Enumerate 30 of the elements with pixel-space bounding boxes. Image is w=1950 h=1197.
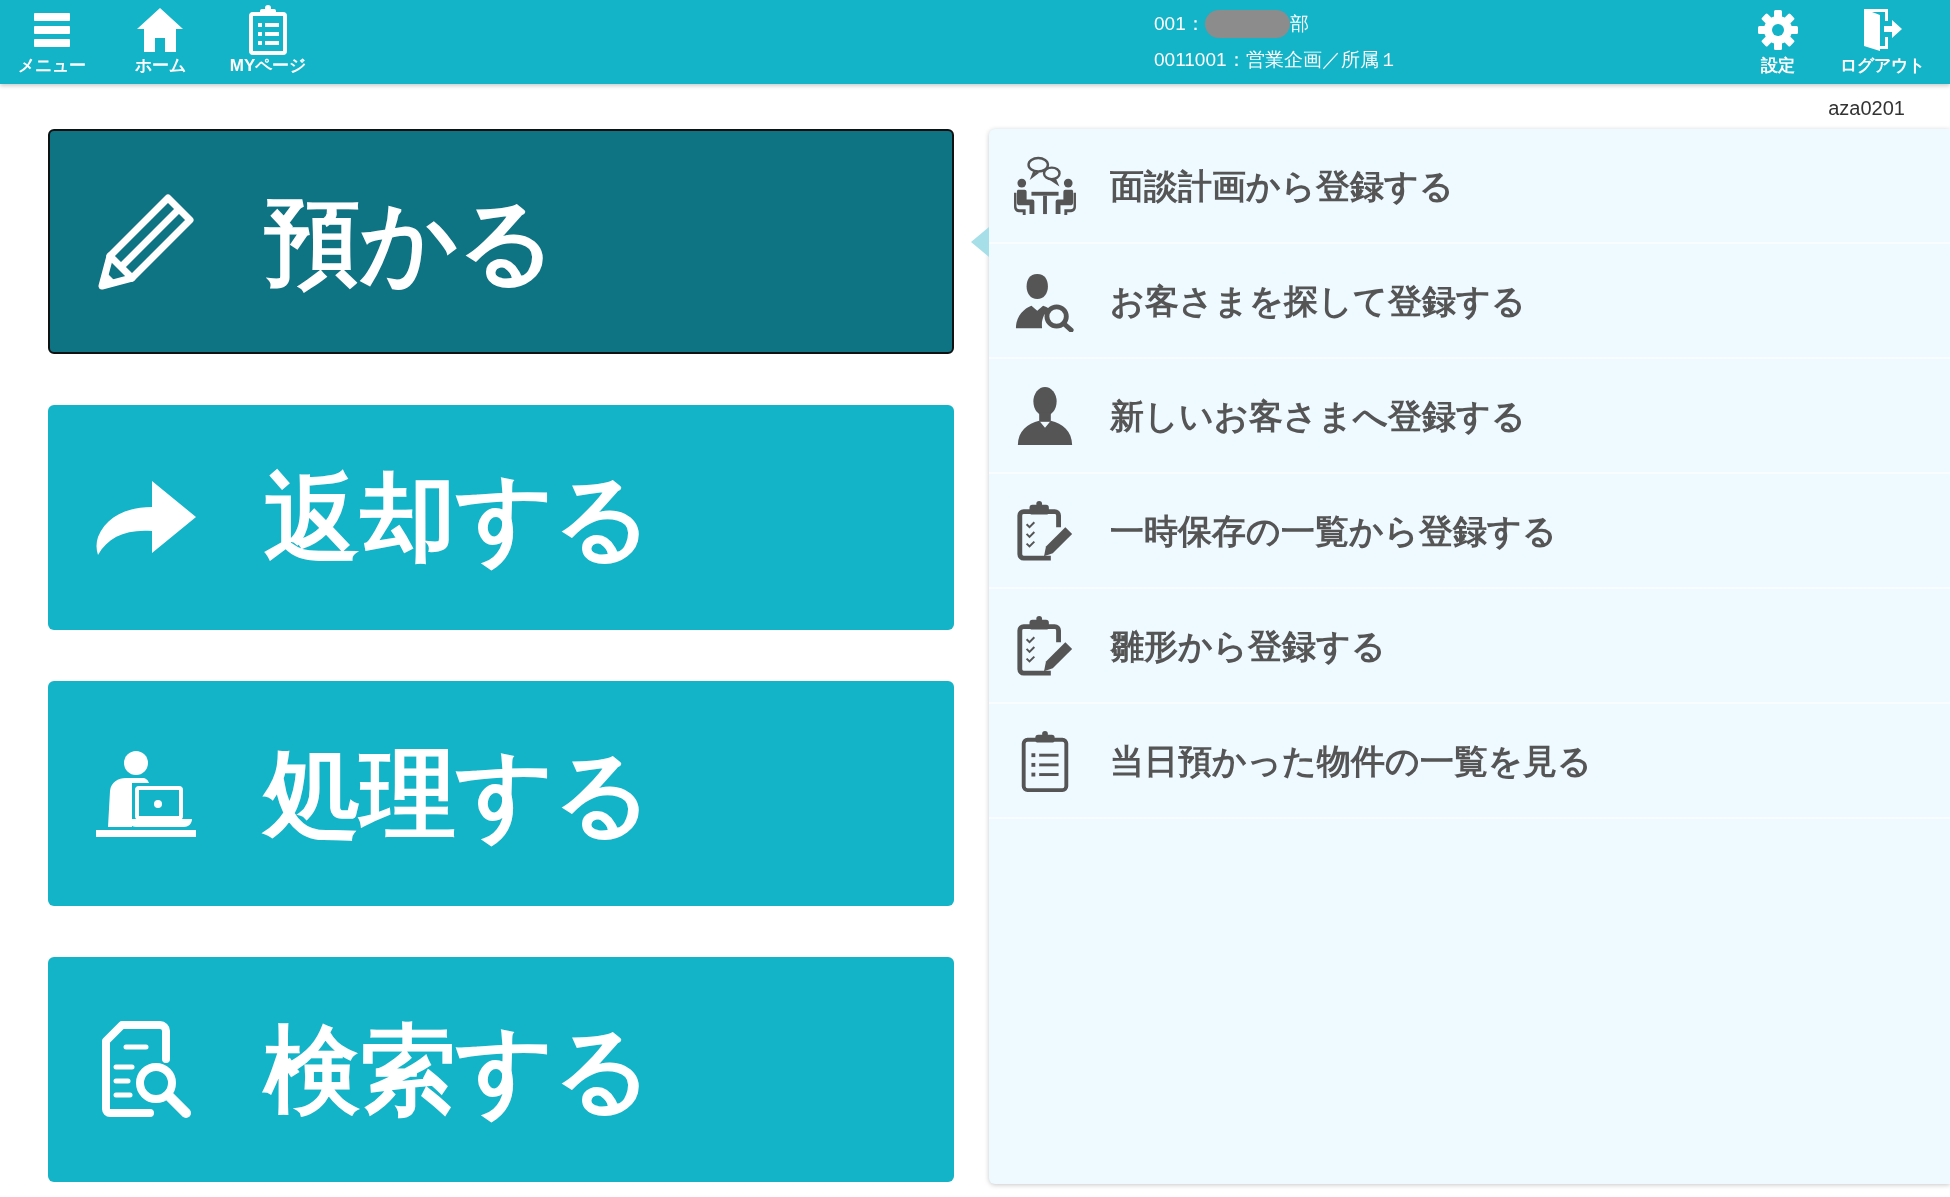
affiliation-text: 0011001：営業企画／所属１ <box>1154 48 1398 72</box>
panel-pointer-icon <box>971 226 989 257</box>
home-icon <box>137 8 183 52</box>
submenu-item[interactable]: 新しいお客さまへ登録する <box>989 359 1950 474</box>
screen-id: aza0201 <box>1828 95 1905 120</box>
org-code: 001： <box>1154 12 1205 36</box>
submenu-item[interactable]: お客さまを探して登録する <box>989 244 1950 359</box>
submenu-item[interactable]: 雛形から登録する <box>989 589 1950 704</box>
pencil-icon <box>96 191 196 292</box>
menu-button[interactable]: メニュー <box>7 5 97 75</box>
action-button[interactable]: 預かる <box>48 129 954 354</box>
org-unit: 部 <box>1289 12 1309 36</box>
action-button[interactable]: 処理する <box>48 681 954 906</box>
action-button[interactable]: 返却する <box>48 405 954 630</box>
clipboard-list-icon <box>248 5 288 55</box>
submenu-item[interactable]: 面談計画から登録する <box>989 129 1950 244</box>
submenu-item[interactable]: 当日預かった物件の一覧を見る <box>989 704 1950 819</box>
submenu-item[interactable]: 一時保存の一覧から登録する <box>989 474 1950 589</box>
meeting-icon <box>1014 155 1076 216</box>
logout-icon <box>1862 9 1902 51</box>
settings-icon <box>1758 10 1798 50</box>
logout-button[interactable]: ログアウト <box>1832 5 1932 75</box>
settings-button[interactable]: 設定 <box>1738 5 1818 75</box>
document-search-icon <box>100 1018 192 1121</box>
person-laptop-icon <box>96 750 196 837</box>
home-button[interactable]: ホーム <box>115 5 205 75</box>
forward-arrow-icon <box>96 480 196 555</box>
my-page-button[interactable]: MYページ <box>223 5 313 75</box>
action-button[interactable]: 検索する <box>48 957 954 1182</box>
menu-icon <box>34 13 70 47</box>
